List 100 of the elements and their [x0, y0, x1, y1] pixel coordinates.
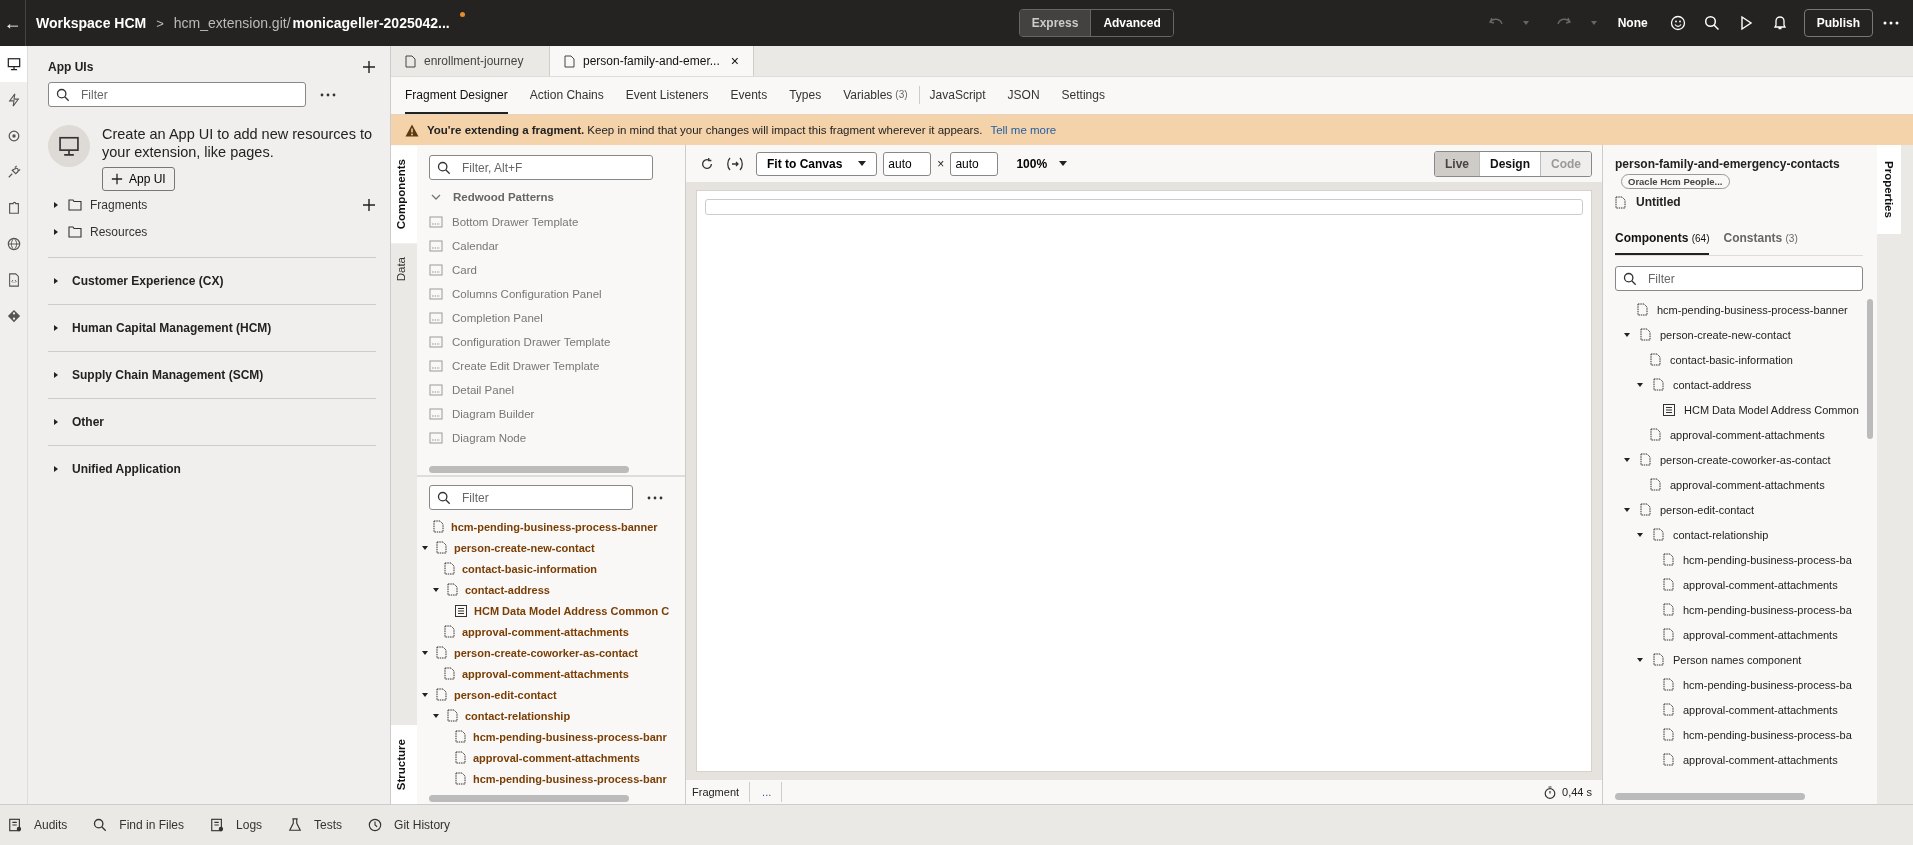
add-icon[interactable]	[362, 197, 376, 212]
view-tab[interactable]: Live	[1434, 151, 1480, 176]
code-file-icon[interactable]	[6, 273, 21, 287]
chevron-icon[interactable]	[431, 193, 441, 201]
search-icon[interactable]	[1703, 15, 1720, 31]
component-node[interactable]: approval-comment-attachments	[1670, 478, 1825, 491]
component-node[interactable]: person-create-coworker-as-contact	[1660, 453, 1831, 466]
branch-name[interactable]: monicageller-2025042...	[292, 15, 450, 31]
component-node[interactable]: person-edit-contact	[1660, 503, 1755, 516]
height-field[interactable]: auto	[950, 151, 999, 176]
target-icon[interactable]	[6, 129, 21, 143]
caret-icon[interactable]	[1623, 505, 1631, 514]
filter-field[interactable]: Filter	[429, 485, 633, 510]
puzzle-icon[interactable]	[6, 201, 21, 215]
component-node[interactable]: contact-basic-information	[1670, 353, 1793, 366]
component-node[interactable]: hcm-pending-business-process-ba	[1683, 678, 1852, 691]
structure-node[interactable]: approval-comment-attachments	[462, 667, 629, 680]
component-node[interactable]: approval-comment-attachments	[1683, 703, 1838, 716]
section-heading[interactable]: Other	[72, 415, 104, 429]
designer-tab[interactable]: JSON	[1007, 77, 1040, 114]
section-heading[interactable]: Human Capital Management (HCM)	[72, 321, 272, 335]
component-node[interactable]: hcm-pending-business-process-ba	[1683, 553, 1852, 566]
designer-tab[interactable]: Types	[789, 77, 822, 114]
caret-icon[interactable]	[432, 585, 440, 594]
add-app-ui-button[interactable]: App UI	[102, 167, 175, 191]
panel-tab[interactable]: Constants (3)	[1723, 231, 1798, 255]
component-node[interactable]: hcm-pending-business-process-ba	[1683, 728, 1852, 741]
breadcrumb-item[interactable]: ...	[756, 782, 783, 802]
component-node[interactable]: Person names component	[1673, 653, 1802, 666]
component-node[interactable]: approval-comment-attachments	[1683, 628, 1838, 641]
profile-selector[interactable]: None	[1617, 16, 1648, 30]
palette-item[interactable]: Completion Panel	[452, 312, 543, 324]
bell-icon[interactable]	[1771, 15, 1788, 31]
more-icon[interactable]	[647, 495, 663, 500]
caret-icon[interactable]	[52, 227, 60, 236]
variable-icon[interactable]	[726, 156, 744, 171]
lightning-icon[interactable]	[6, 93, 21, 107]
component-node[interactable]: person-create-new-contact	[1660, 328, 1791, 341]
scrollbar[interactable]	[429, 466, 629, 473]
git-icon[interactable]	[6, 309, 21, 323]
view-tab[interactable]: Design	[1480, 151, 1541, 176]
structure-node[interactable]: HCM Data Model Address Common C	[474, 604, 670, 617]
add-icon[interactable]	[362, 60, 376, 74]
bottom-tool-button[interactable]: Tests	[288, 818, 343, 832]
filter-field[interactable]: Filter	[1615, 266, 1863, 291]
bottom-tool-button[interactable]: Logs	[210, 818, 263, 832]
caret-icon[interactable]	[432, 711, 440, 720]
side-tab[interactable]: Properties	[1877, 145, 1901, 234]
close-tab-button[interactable]: ×	[730, 53, 739, 69]
component-node[interactable]: approval-comment-attachments	[1670, 428, 1825, 441]
caret-icon[interactable]	[1623, 455, 1631, 464]
caret-icon[interactable]	[1636, 530, 1644, 539]
caret-icon[interactable]	[1623, 330, 1631, 339]
tell-me-more-link[interactable]: Tell me more	[990, 124, 1057, 136]
component-node[interactable]: approval-comment-attachments	[1683, 753, 1838, 766]
monitor-icon[interactable]	[6, 57, 21, 71]
plug-icon[interactable]	[6, 165, 21, 179]
caret-icon[interactable]	[52, 371, 60, 379]
bottom-tool-button[interactable]: Find in Files	[93, 818, 185, 832]
caret-icon[interactable]	[421, 648, 429, 657]
bottom-tool-button[interactable]: Git History	[368, 818, 451, 832]
component-node[interactable]: HCM Data Model Address Common	[1684, 403, 1859, 416]
structure-node[interactable]: person-create-coworker-as-contact	[454, 646, 638, 659]
palette-item[interactable]: Card	[452, 264, 477, 276]
caret-icon[interactable]	[52, 418, 60, 426]
breadcrumb-item[interactable]: Fragment	[686, 782, 751, 802]
component-node[interactable]: contact-address	[1673, 378, 1752, 391]
designer-tab[interactable]: Events	[730, 77, 768, 114]
structure-node[interactable]: person-edit-contact	[454, 688, 557, 701]
structure-node[interactable]: contact-basic-information	[462, 562, 598, 575]
caret-icon[interactable]	[52, 324, 60, 332]
component-node[interactable]: contact-relationship	[1673, 528, 1769, 541]
bottom-tool-button[interactable]: Audits	[8, 818, 68, 832]
zoom-mode-dropdown[interactable]: Fit to Canvas	[756, 151, 878, 176]
side-tab[interactable]: Components	[391, 145, 417, 244]
filter-field[interactable]: Filter, Alt+F	[429, 155, 653, 180]
palette-item[interactable]: Diagram Node	[452, 432, 527, 444]
zoom-dropdown[interactable]: 100%	[1010, 155, 1074, 172]
component-node[interactable]: hcm-pending-business-process-ba	[1683, 603, 1852, 616]
caret-icon[interactable]	[421, 543, 429, 552]
designer-tab[interactable]: Event Listeners	[625, 77, 709, 114]
more-icon[interactable]	[320, 92, 336, 97]
structure-node[interactable]: approval-comment-attachments	[462, 625, 629, 638]
section-heading[interactable]: Customer Experience (CX)	[72, 274, 224, 288]
section-heading[interactable]: Supply Chain Management (SCM)	[72, 368, 264, 382]
palette-item[interactable]: Calendar	[452, 240, 499, 252]
palette-item[interactable]: Create Edit Drawer Template	[452, 360, 600, 372]
palette-item[interactable]: Bottom Drawer Template	[452, 216, 579, 228]
designer-tab[interactable]: Action Chains	[529, 77, 604, 114]
structure-node[interactable]: contact-address	[465, 583, 550, 596]
structure-node[interactable]: contact-relationship	[465, 709, 571, 722]
caret-icon[interactable]	[421, 690, 429, 699]
structure-node[interactable]: hcm-pending-business-process-banr	[473, 730, 667, 743]
palette-item[interactable]: Configuration Drawer Template	[452, 336, 611, 348]
refresh-icon[interactable]	[700, 156, 714, 171]
folder-label[interactable]: Resources	[90, 224, 148, 239]
caret-icon[interactable]	[1636, 380, 1644, 389]
scrollbar[interactable]	[429, 795, 629, 802]
group-heading[interactable]: Redwood Patterns	[453, 191, 554, 203]
editor-tab[interactable]: person-family-and-emer... ×	[550, 46, 754, 76]
